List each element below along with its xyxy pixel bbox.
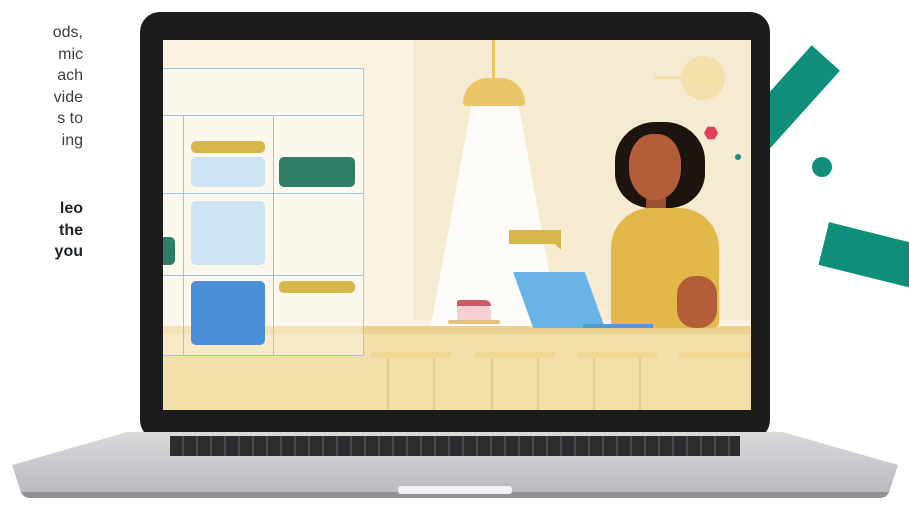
stool-icon — [475, 352, 555, 358]
calendar-event-chip — [191, 141, 265, 153]
video-event-card — [163, 237, 175, 265]
laptop-screen-illustration — [163, 40, 751, 410]
stool-icon — [577, 352, 657, 358]
stool-leg — [639, 358, 641, 410]
stool-leg — [433, 358, 435, 410]
calendar-event-chip — [279, 281, 355, 293]
teal-dot-decoration — [812, 157, 832, 177]
calendar-event-block — [191, 157, 265, 187]
calendar-row-divider — [163, 193, 363, 194]
lamp-cord — [492, 40, 495, 80]
trackpad-notch — [398, 486, 512, 494]
wall-decor-circle — [681, 56, 725, 100]
teal-dot-decoration — [735, 154, 741, 160]
video-event-card — [279, 157, 355, 187]
stool-leg — [491, 358, 493, 410]
stool-leg — [387, 358, 389, 410]
small-laptop-base — [583, 324, 653, 328]
stool-leg — [593, 358, 595, 410]
keyboard-icon — [170, 436, 740, 456]
speech-bubble-tail — [553, 242, 561, 250]
stool-leg — [537, 358, 539, 410]
plate — [448, 320, 500, 324]
text-line: ing — [61, 131, 83, 149]
person-face — [629, 134, 681, 200]
text-line: s to — [57, 110, 83, 127]
calendar-grid — [163, 68, 364, 356]
calendar-col-divider — [273, 115, 274, 355]
text-line: vide — [53, 88, 83, 106]
text-line: mic — [58, 45, 83, 63]
text-line: ods, — [52, 24, 83, 41]
bold-text-line: you — [54, 243, 83, 260]
calendar-col-divider — [183, 115, 184, 355]
intro-text-fragment: ods, mic ach vide s to ing leo the you — [0, 22, 83, 263]
stool-icon — [371, 352, 451, 358]
bold-text-line: leo — [59, 200, 83, 217]
video-event-card — [191, 281, 265, 345]
wall-decor-line — [655, 76, 683, 79]
person-arm — [677, 276, 717, 328]
calendar-event-block — [191, 201, 265, 265]
calendar-row-divider — [163, 275, 363, 276]
cake-topping — [457, 300, 491, 306]
text-line: ach — [57, 67, 83, 84]
teal-stripe-decoration — [818, 222, 909, 294]
calendar-row-divider — [163, 115, 363, 116]
stool-icon — [679, 352, 751, 358]
bold-text-line: the — [59, 221, 83, 239]
